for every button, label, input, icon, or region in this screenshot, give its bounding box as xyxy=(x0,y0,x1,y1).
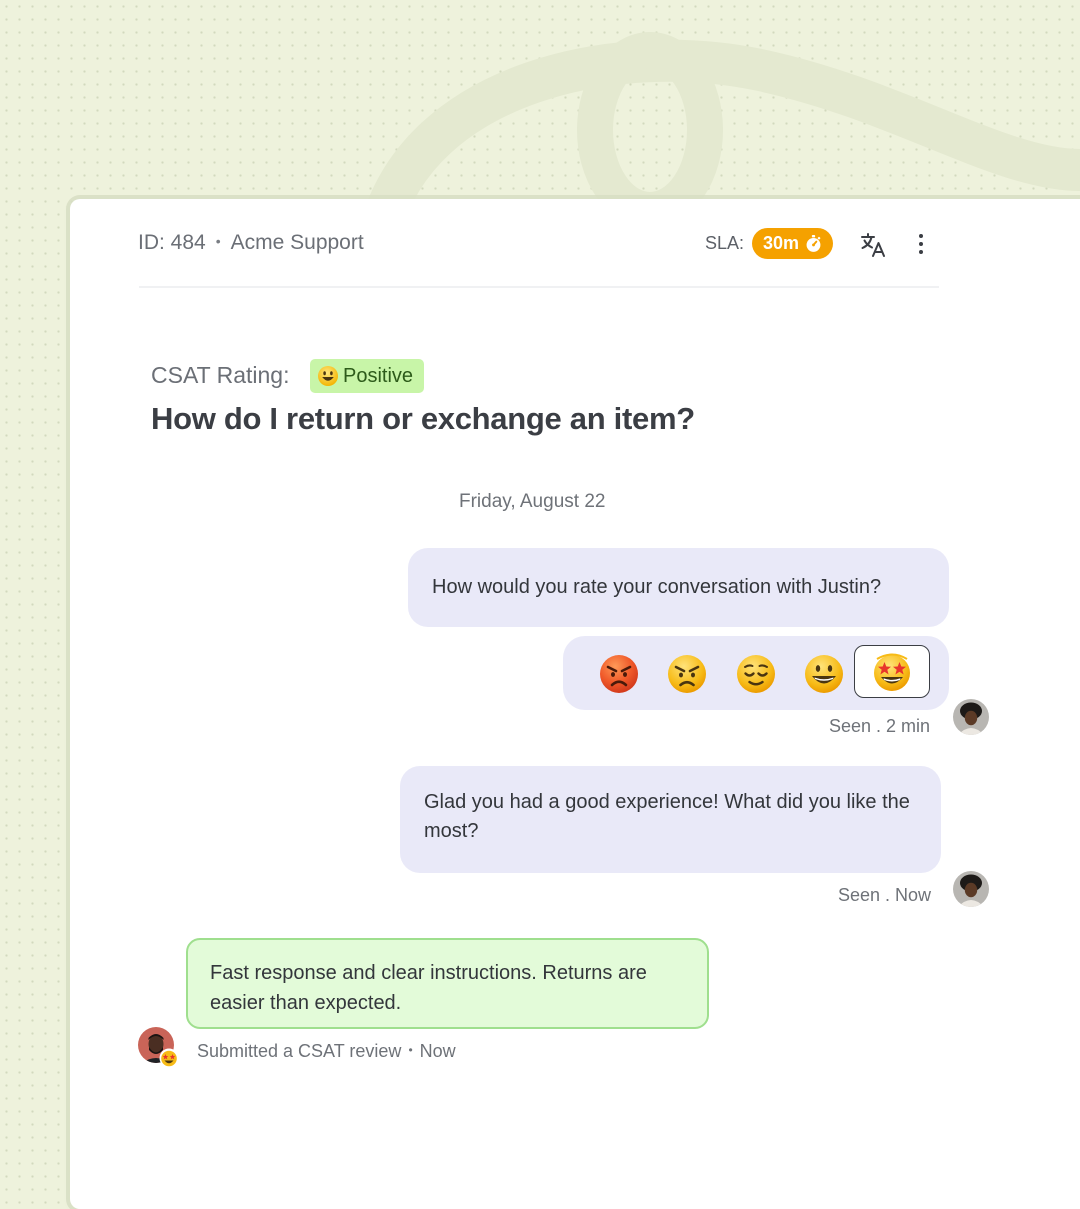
agent-message-text: How would you rate your conversation wit… xyxy=(432,576,882,598)
header-divider xyxy=(139,286,939,288)
angry-face-icon[interactable] xyxy=(666,653,708,695)
csat-badge-text: Positive xyxy=(343,364,414,387)
ticket-id: ID: 484 xyxy=(138,231,206,254)
star-struck-badge-icon xyxy=(159,1048,179,1068)
csat-badge: Positive xyxy=(310,359,425,393)
agent-followup-text: Glad you had a good experience! What did… xyxy=(424,791,910,842)
star-struck-face-icon[interactable] xyxy=(871,651,913,693)
translate-icon[interactable] xyxy=(860,231,888,259)
team-name: Acme Support xyxy=(230,231,364,254)
review-time: Now xyxy=(419,1041,456,1061)
review-note-text: Submitted a CSAT review xyxy=(197,1041,402,1061)
agent-avatar xyxy=(953,871,989,907)
more-vertical-icon[interactable] xyxy=(910,230,932,258)
csat-label: CSAT Rating: xyxy=(151,362,290,388)
ticket-header: ID: 484 • Acme Support xyxy=(138,231,364,255)
agent-message-followup: Glad you had a good experience! What did… xyxy=(400,766,941,873)
sla-badge[interactable]: 30m xyxy=(752,228,834,259)
seen-status: Seen . 2 min xyxy=(829,716,931,736)
rating-options xyxy=(563,636,949,710)
ticket-title: How do I return or exchange an item? xyxy=(151,401,695,436)
customer-review-text: Fast response and clear instructions. Re… xyxy=(210,962,647,1014)
conversation-date: Friday, August 22 xyxy=(459,491,606,512)
agent-message-rating-request: How would you rate your conversation wit… xyxy=(408,548,949,627)
header-separator: • xyxy=(215,233,221,249)
agent-avatar xyxy=(953,699,989,735)
review-status-note: Submitted a CSAT review • Now xyxy=(197,1041,456,1062)
very-angry-face-icon[interactable] xyxy=(598,653,640,695)
stopwatch-icon xyxy=(806,234,821,252)
seen-status: Seen . Now xyxy=(838,885,932,905)
sla-label: SLA: xyxy=(705,233,745,253)
relieved-face-icon[interactable] xyxy=(735,653,777,695)
review-separator: • xyxy=(408,1043,413,1057)
sla-value: 30m xyxy=(763,233,800,253)
smiling-face-icon[interactable] xyxy=(803,653,845,695)
smiley-icon xyxy=(318,366,338,386)
customer-review-message: Fast response and clear instructions. Re… xyxy=(186,938,709,1029)
